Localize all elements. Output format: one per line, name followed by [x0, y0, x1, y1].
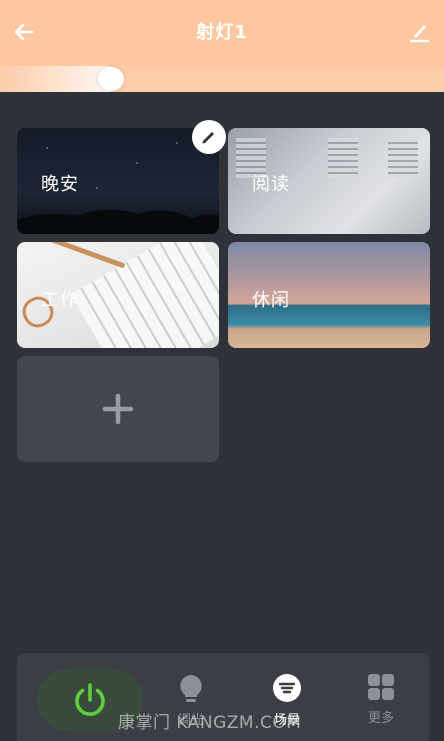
pencil-image	[48, 242, 126, 269]
top-header: 射灯1	[0, 0, 444, 92]
bookshelf	[328, 138, 358, 178]
mountain-silhouette	[17, 209, 219, 234]
scene-tile-work[interactable]: 工作	[17, 242, 219, 348]
power-icon	[75, 683, 105, 716]
bookshelf	[388, 138, 418, 178]
bulb-icon	[180, 675, 202, 702]
scene-icon	[273, 674, 301, 702]
pencil-icon	[202, 132, 214, 144]
plus-icon	[102, 393, 134, 425]
pencil-icon	[409, 25, 430, 43]
edit-scene-button[interactable]	[192, 120, 226, 154]
watermark-text: 康掌门 KANGZM.COM	[118, 713, 302, 733]
rename-button[interactable]	[404, 16, 434, 48]
add-scene-button[interactable]	[17, 356, 219, 462]
scene-label: 阅读	[252, 174, 290, 195]
scene-label: 晚安	[41, 174, 79, 195]
keyboard-image	[70, 242, 219, 348]
brightness-slider[interactable]	[0, 66, 444, 92]
scene-tile-leisure[interactable]: 休闲	[228, 242, 430, 348]
scene-label: 休闲	[252, 290, 290, 311]
nav-item-more[interactable]: 更多	[351, 673, 411, 733]
brightness-slider-thumb[interactable]	[98, 67, 124, 91]
scene-tile-goodnight[interactable]: 晚安	[17, 128, 219, 234]
brightness-slider-fill	[0, 66, 111, 92]
nav-label: 更多	[367, 711, 394, 726]
scene-tile-reading[interactable]: 阅读	[228, 128, 430, 234]
scene-label: 工作	[41, 290, 79, 311]
page-title: 射灯1	[196, 22, 248, 43]
grid-icon	[368, 674, 394, 700]
